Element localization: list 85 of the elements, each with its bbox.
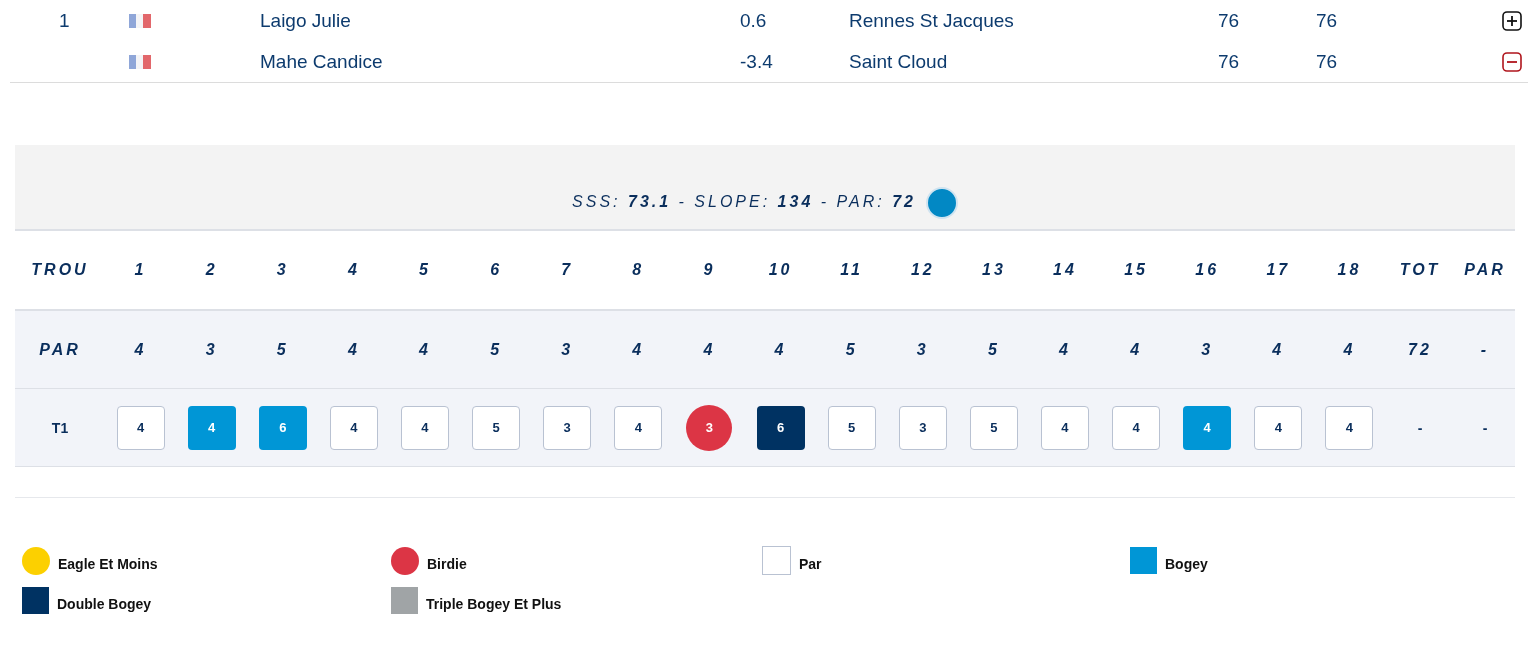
score-total: 76 bbox=[1218, 50, 1241, 73]
hole-par: 5 bbox=[844, 340, 859, 359]
expand-icon[interactable] bbox=[1502, 10, 1522, 31]
rank: 1 bbox=[58, 9, 71, 32]
hole-number: 5 bbox=[418, 261, 432, 279]
hole-number: 6 bbox=[489, 261, 504, 279]
hole-number: 18 bbox=[1336, 261, 1363, 279]
player-index: 0.6 bbox=[740, 9, 768, 32]
flag-icon bbox=[129, 54, 151, 69]
collapse-icon[interactable] bbox=[1502, 51, 1522, 72]
hole-score: 4 bbox=[1325, 405, 1374, 450]
round-diff: - bbox=[1481, 419, 1489, 436]
hole-score: 4 bbox=[614, 405, 663, 450]
hole-score: 4 bbox=[1041, 405, 1089, 450]
player-name: Laigo Julie bbox=[260, 9, 352, 32]
hole-number: 11 bbox=[839, 261, 864, 279]
hole-number: 4 bbox=[346, 261, 361, 279]
hole-score: 6 bbox=[756, 405, 805, 450]
score-total: 76 bbox=[1218, 9, 1241, 32]
hole-score: 4 bbox=[1183, 405, 1232, 450]
score-total: 76 bbox=[1316, 9, 1339, 32]
par-diff: - bbox=[1479, 340, 1491, 359]
hole-par: 5 bbox=[275, 340, 290, 359]
hole-number: 13 bbox=[981, 261, 1007, 279]
hole-par: 4 bbox=[1129, 340, 1144, 359]
hole-number: 8 bbox=[631, 261, 646, 279]
club-name: Rennes St Jacques bbox=[849, 9, 1015, 32]
hole-par: 3 bbox=[560, 340, 575, 359]
round-label: T1 bbox=[50, 419, 70, 436]
par-total: 72 bbox=[1407, 340, 1433, 359]
hole-number: 17 bbox=[1265, 261, 1292, 279]
hole-par: 4 bbox=[773, 340, 788, 359]
hole-score: 6 bbox=[258, 405, 307, 450]
hole-score: 4 bbox=[1112, 405, 1161, 450]
round-total: - bbox=[1416, 419, 1424, 436]
hole-number: 15 bbox=[1123, 261, 1149, 279]
column-header: TROU bbox=[30, 261, 90, 279]
hole-number: 12 bbox=[909, 261, 936, 279]
hole-number: 9 bbox=[702, 261, 717, 279]
hole-score: 3 bbox=[543, 405, 592, 450]
player-index: -3.4 bbox=[740, 50, 774, 73]
hole-score: 4 bbox=[329, 405, 378, 450]
hole-score: 4 bbox=[401, 405, 449, 450]
hole-par: 5 bbox=[489, 340, 504, 359]
hole-score: 5 bbox=[969, 405, 1018, 450]
hole-par: 4 bbox=[1271, 340, 1286, 359]
hole-score: 4 bbox=[116, 405, 165, 450]
hole-number: 3 bbox=[275, 261, 290, 279]
player-name: Mahe Candice bbox=[260, 50, 384, 73]
column-header: PAR bbox=[1463, 261, 1507, 279]
hole-number: 10 bbox=[767, 261, 794, 279]
legend-label: Birdie bbox=[427, 555, 467, 572]
score-total: 76 bbox=[1316, 50, 1339, 73]
hole-number: 7 bbox=[560, 261, 575, 279]
legend-label: Triple Bogey Et Plus bbox=[426, 595, 562, 612]
hole-par: 4 bbox=[631, 340, 646, 359]
hole-number: 1 bbox=[133, 261, 148, 279]
hole-par: 4 bbox=[418, 340, 432, 359]
legend-label: Par bbox=[799, 555, 822, 572]
course-summary: SSS: 73.1 - SLOPE: 134 - PAR: 72 bbox=[572, 193, 916, 211]
hole-number: 14 bbox=[1052, 261, 1078, 279]
row-header: PAR bbox=[38, 340, 82, 359]
hole-score: 3 bbox=[686, 404, 733, 451]
hole-par: 4 bbox=[346, 340, 361, 359]
hole-number: 16 bbox=[1194, 261, 1221, 279]
hole-par: 4 bbox=[1342, 340, 1357, 359]
hole-par: 3 bbox=[1200, 340, 1215, 359]
hole-par: 3 bbox=[915, 340, 930, 359]
hole-score: 3 bbox=[898, 405, 947, 450]
hole-par: 5 bbox=[986, 340, 1001, 359]
hole-score: 5 bbox=[472, 405, 521, 450]
hole-par: 4 bbox=[1058, 340, 1072, 359]
legend-label: Eagle Et Moins bbox=[58, 555, 158, 572]
hole-score: 4 bbox=[187, 405, 236, 450]
legend-label: Double Bogey bbox=[57, 595, 152, 612]
column-header: TOT bbox=[1398, 261, 1442, 279]
hole-score: 5 bbox=[827, 405, 876, 450]
flag-icon bbox=[129, 13, 151, 28]
hole-par: 4 bbox=[133, 340, 148, 359]
hole-par: 3 bbox=[204, 340, 219, 359]
hole-number: 2 bbox=[204, 261, 219, 279]
hole-score: 4 bbox=[1254, 405, 1303, 450]
legend-label: Bogey bbox=[1165, 555, 1208, 572]
club-name: Saint Cloud bbox=[849, 50, 949, 73]
hole-par: 4 bbox=[702, 340, 717, 359]
